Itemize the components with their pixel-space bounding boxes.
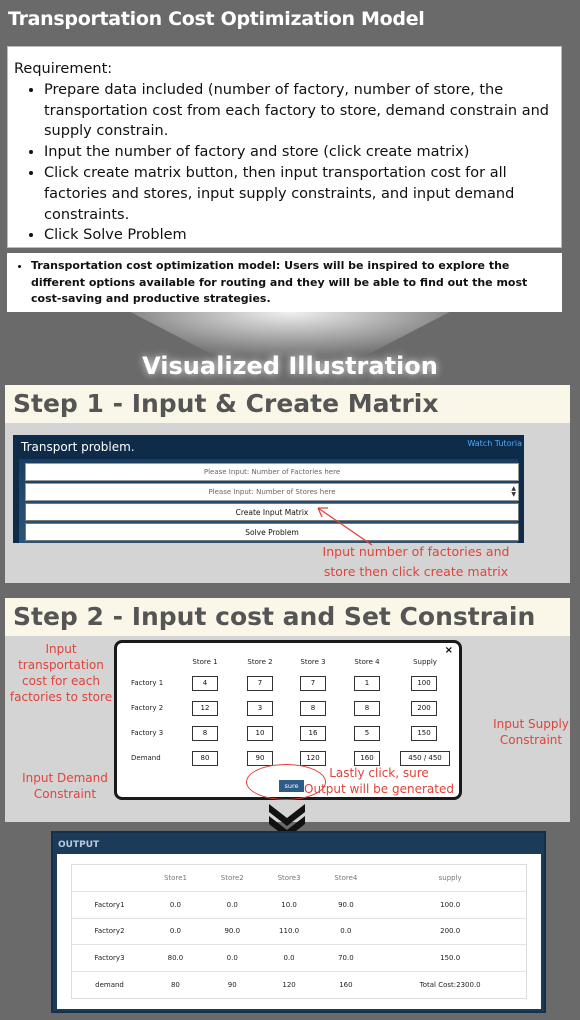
cost-annotation: Input transportation cost for each facto… <box>8 641 114 705</box>
table-cell: 0.0 <box>260 944 318 972</box>
table-cell: 90.0 <box>203 917 261 945</box>
header-store-1: Store 1 <box>192 658 218 666</box>
row-label-factory-2: Factory 2 <box>131 704 164 712</box>
table-row: Factory2 0.0 90.0 110.0 0.0 200.0 <box>71 917 527 945</box>
sure-annotation-line: Lastly click, sure <box>329 766 429 780</box>
table-cell: 80.0 <box>147 944 204 972</box>
demand-input[interactable]: 80 <box>192 751 218 766</box>
demand-input[interactable]: 160 <box>354 751 380 766</box>
demand-annotation-line: Input Demand <box>22 771 108 785</box>
supply-total: 450 / 450 <box>400 751 450 766</box>
cost-annotation-line: transportation <box>18 658 104 672</box>
row-label-demand: Demand <box>131 754 161 762</box>
table-header: Store3 <box>277 873 301 882</box>
close-icon[interactable]: × <box>445 645 453 656</box>
table-cell: 0.0 <box>147 917 204 945</box>
demand-input[interactable]: 90 <box>247 751 273 766</box>
step1-annotation-line: store then click create matrix <box>323 564 509 579</box>
table-header: Store4 <box>334 873 358 882</box>
table-cell: 160 <box>317 971 375 999</box>
cost-input[interactable]: 8 <box>192 726 218 741</box>
cost-annotation-line: factories to store <box>9 690 113 704</box>
step1-annotation-line: Input number of factories and <box>322 544 510 559</box>
table-header: Store2 <box>220 873 244 882</box>
supply-input[interactable]: 200 <box>411 701 437 716</box>
supply-input[interactable]: 150 <box>411 726 437 741</box>
table-cell: 0.0 <box>147 890 204 919</box>
demand-annotation: Input Demand Constraint <box>12 770 118 802</box>
row-label-factory-1: Factory 1 <box>131 679 164 687</box>
cost-input[interactable]: 8 <box>300 701 326 716</box>
table-cell: 90.0 <box>317 890 375 919</box>
table-header: supply <box>438 873 462 882</box>
supply-annotation: Input Supply Constraint <box>478 716 580 748</box>
table-header-row: Store1 Store2 Store3 Store4 supply <box>72 865 527 892</box>
header-store-4: Store 4 <box>354 658 380 666</box>
header-store-2: Store 2 <box>247 658 273 666</box>
header-store-3: Store 3 <box>300 658 326 666</box>
cost-annotation-line: Input <box>45 642 77 656</box>
table-cell: 0.0 <box>203 944 261 972</box>
header-supply: Supply <box>413 658 437 666</box>
table-cell: 70.0 <box>317 944 375 972</box>
table-header <box>72 865 148 892</box>
table-cell: 120 <box>260 971 318 999</box>
cost-annotation-line: cost for each <box>22 674 100 688</box>
demand-input[interactable]: 120 <box>300 751 326 766</box>
table-cell: Factory3 <box>71 944 148 972</box>
supply-annotation-line: Input Supply <box>493 717 569 731</box>
cost-input[interactable]: 7 <box>300 676 326 691</box>
table-cell: 80 <box>147 971 204 999</box>
step1-arrow <box>317 507 373 546</box>
step2-heading: Step 2 - Input cost and Set Constrain <box>5 598 570 636</box>
table-cell: 0.0 <box>317 917 375 945</box>
cost-input[interactable]: 8 <box>354 701 380 716</box>
table-cell: Total Cost:2300.0 <box>374 971 527 999</box>
cost-input[interactable]: 1 <box>354 676 380 691</box>
sure-annotation: Lastly click, sure Output will be genera… <box>300 765 458 797</box>
output-window: OUTPUT Store1 Store2 Store3 Store4 suppl… <box>51 831 546 1013</box>
table-cell: 10.0 <box>260 890 318 919</box>
output-area: Store1 Store2 Store3 Store4 supply Facto… <box>57 854 541 1009</box>
supply-annotation-line: Constraint <box>499 733 563 747</box>
cost-input[interactable]: 3 <box>247 701 273 716</box>
cost-input[interactable]: 12 <box>192 701 218 716</box>
table-cell: Factory2 <box>71 917 148 945</box>
cost-input[interactable]: 16 <box>300 726 326 741</box>
table-cell: 90 <box>203 971 261 999</box>
output-table: Store1 Store2 Store3 Store4 supply Facto… <box>71 864 527 999</box>
sure-annotation-line: Output will be generated <box>304 782 454 796</box>
table-header: Store1 <box>163 873 187 882</box>
table-row: demand 80 90 120 160 Total Cost:2300.0 <box>71 971 527 999</box>
cost-input[interactable]: 4 <box>192 676 218 691</box>
row-label-factory-3: Factory 3 <box>131 729 164 737</box>
table-cell: 0.0 <box>203 890 261 919</box>
demand-annotation-line: Constraint <box>33 787 97 801</box>
table-cell: 100.0 <box>374 890 527 919</box>
table-cell: 110.0 <box>260 917 318 945</box>
cost-input[interactable]: 10 <box>247 726 273 741</box>
supply-input[interactable]: 100 <box>411 676 437 691</box>
table-cell: Factory1 <box>71 890 148 919</box>
step1-annotation: Input number of factories and store then… <box>306 542 526 582</box>
table-cell: demand <box>71 971 148 999</box>
table-row: Factory1 0.0 0.0 10.0 90.0 100.0 <box>71 890 527 919</box>
cost-input[interactable]: 5 <box>354 726 380 741</box>
output-title: OUTPUT <box>58 840 100 850</box>
table-cell: 200.0 <box>374 917 527 945</box>
table-row: Factory3 80.0 0.0 0.0 70.0 150.0 <box>71 944 527 972</box>
table-cell: 150.0 <box>374 944 527 972</box>
cost-input[interactable]: 7 <box>247 676 273 691</box>
